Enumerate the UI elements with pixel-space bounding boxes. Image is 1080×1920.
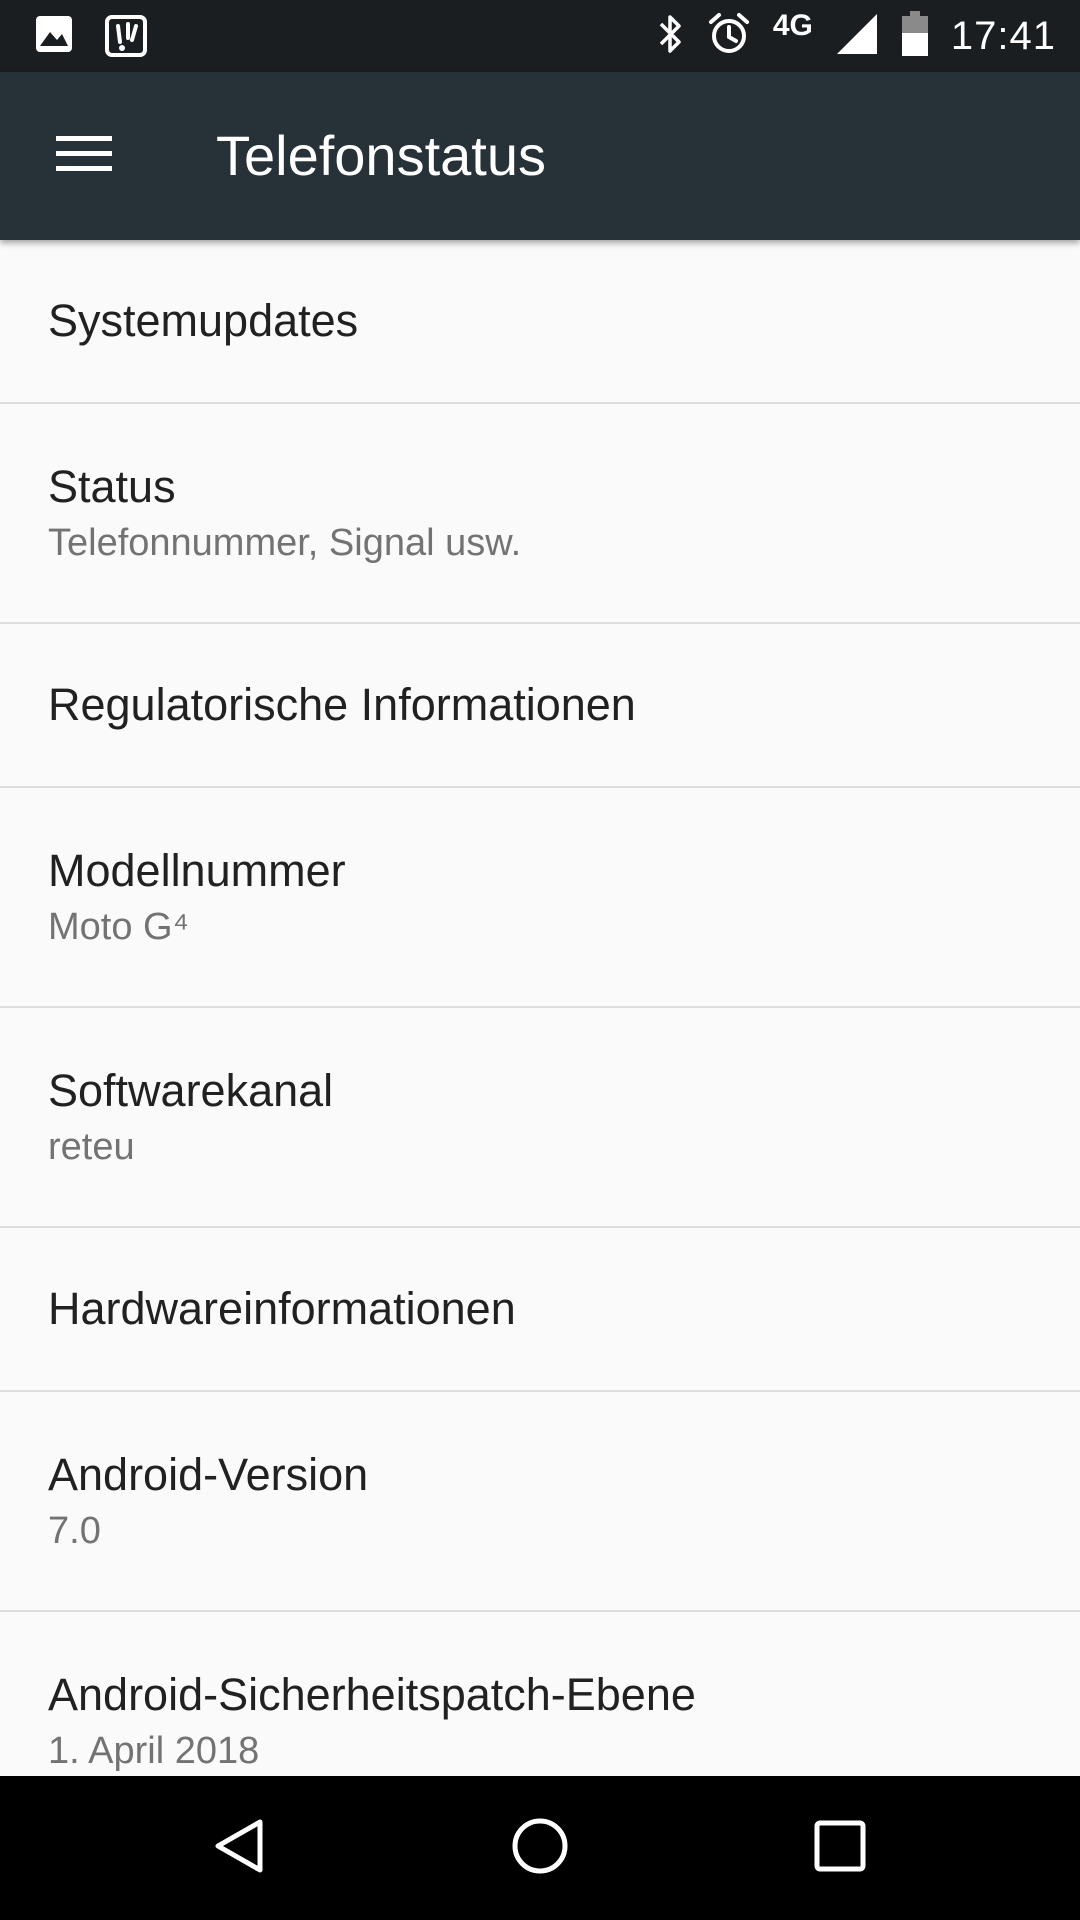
clock: 17:41 <box>950 13 1056 58</box>
status-bar-notifications <box>34 14 148 63</box>
list-item-title: Softwarekanal <box>48 1065 334 1116</box>
list-item-title: Status <box>48 461 176 512</box>
list-item-hardware-info[interactable]: Hardwareinformationen <box>0 1228 1080 1392</box>
list-item-title: Hardwareinformationen <box>48 1283 516 1334</box>
list-item-subtitle: reteu <box>48 1126 135 1168</box>
image-notification-icon <box>34 14 74 63</box>
list-item-title: Systemupdates <box>48 295 359 346</box>
status-bar: 4G 17:41 <box>0 0 1080 72</box>
app-notification-icon <box>104 14 148 63</box>
back-icon <box>210 1816 270 1881</box>
list-item-android-version[interactable]: Android-Version 7.0 <box>0 1392 1080 1612</box>
battery-icon <box>901 10 929 62</box>
list-item-security-patch-level[interactable]: Android-Sicherheitspatch-Ebene 1. April … <box>0 1612 1080 1776</box>
bluetooth-icon <box>657 12 685 61</box>
hamburger-menu-icon <box>56 134 112 179</box>
list-item-title: Regulatorische Informationen <box>48 679 636 730</box>
list-item-subtitle: 1. April 2018 <box>48 1730 260 1772</box>
list-item-software-channel[interactable]: Softwarekanal reteu <box>0 1008 1080 1228</box>
navigation-drawer-button[interactable] <box>32 114 136 198</box>
recents-icon <box>812 1818 868 1879</box>
list-item-title: Modellnummer <box>48 845 346 896</box>
back-button[interactable] <box>160 1776 320 1920</box>
status-bar-system-icons: 4G 17:41 <box>657 0 1056 72</box>
list-item-status[interactable]: Status Telefonnummer, Signal usw. <box>0 404 1080 624</box>
home-button[interactable] <box>460 1776 620 1920</box>
alarm-icon <box>707 12 751 61</box>
list-item-subtitle: 7.0 <box>48 1510 101 1552</box>
home-icon <box>510 1816 570 1881</box>
list-item-systemupdates[interactable]: Systemupdates <box>0 240 1080 404</box>
list-item-title: Android-Version <box>48 1449 369 1500</box>
list-item-subtitle: Telefonnummer, Signal usw. <box>48 522 522 564</box>
network-type-label: 4G <box>772 9 813 42</box>
list-item-regulatory-info[interactable]: Regulatorische Informationen <box>0 624 1080 788</box>
app-toolbar: Telefonstatus <box>0 72 1080 240</box>
list-item-subtitle: Moto G⁴ <box>48 906 189 948</box>
signal-icon <box>835 12 879 61</box>
list-item-model-number[interactable]: Modellnummer Moto G⁴ <box>0 788 1080 1008</box>
list-item-title: Android-Sicherheitspatch-Ebene <box>48 1669 696 1720</box>
system-navigation-bar <box>0 1776 1080 1920</box>
recents-button[interactable] <box>760 1776 920 1920</box>
page-title: Telefonstatus <box>216 124 546 187</box>
settings-list: Systemupdates Status Telefonnummer, Sign… <box>0 240 1080 1776</box>
